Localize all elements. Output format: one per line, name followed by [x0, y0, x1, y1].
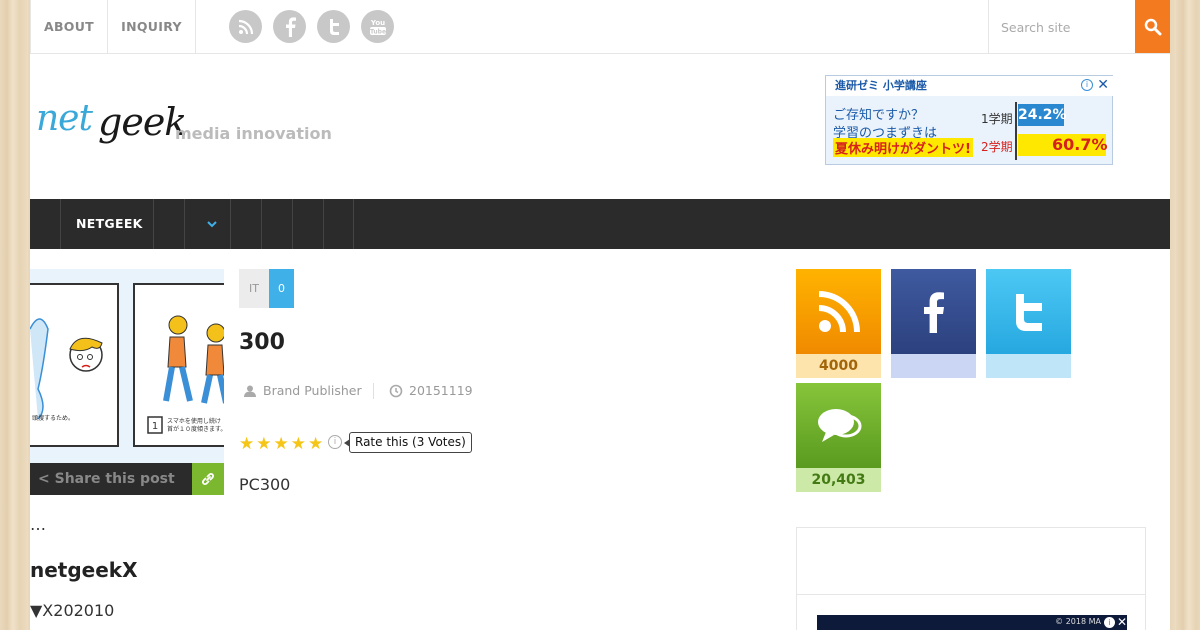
star-icon[interactable]: ★ — [291, 434, 306, 454]
twitter-counter[interactable] — [986, 269, 1071, 378]
nav-item[interactable] — [153, 199, 184, 249]
rss-icon — [818, 290, 860, 332]
rss-icon[interactable] — [229, 10, 262, 43]
comment-count-badge[interactable]: 0 — [269, 269, 294, 308]
ad-copyright: © 2018 MA — [1055, 617, 1101, 626]
comments-counter[interactable]: 20,403 — [796, 383, 881, 492]
youtube-icon[interactable]: You Tube — [361, 10, 394, 43]
top-bar: ABOUT INQUIRY You Tube — [30, 0, 1170, 54]
star-icon[interactable]: ★ — [239, 434, 254, 454]
main-nav: NETGEEK — [30, 199, 1170, 249]
sidebar-ad[interactable]: © 2018 MA i ✕ — [817, 615, 1127, 630]
facebook-icon — [923, 291, 944, 333]
category-tag[interactable]: IT — [239, 269, 269, 308]
widget-divider — [797, 594, 1145, 595]
facebook-count — [891, 354, 976, 378]
illustration-step-number: 1 — [152, 421, 158, 432]
twitter-icon[interactable] — [317, 10, 350, 43]
ad-line: 夏休み明けがダントツ! — [833, 138, 973, 157]
post-author[interactable]: Brand Publisher — [243, 383, 362, 398]
post-date: 20151119 — [389, 383, 473, 398]
logo-geek-text: geek — [98, 100, 187, 144]
ad-title: 進研ゼミ 小学講座 — [826, 76, 1114, 96]
inquiry-link[interactable]: INQUIRY — [108, 0, 196, 54]
nav-item[interactable] — [292, 199, 323, 249]
svg-text:You: You — [369, 19, 384, 27]
post-excerpt: PC300 — [239, 475, 291, 494]
ad-term: 1学期 — [981, 112, 1013, 126]
ad-close-icon[interactable]: ✕ — [1117, 615, 1127, 629]
search-input[interactable] — [989, 0, 1129, 54]
rss-counter[interactable]: 4000 — [796, 269, 881, 378]
ad-term: 2学期 — [981, 140, 1013, 154]
permalink-button[interactable] — [192, 463, 224, 495]
star-rating[interactable]: ★ ★ ★ ★ ★ — [239, 434, 323, 454]
twitter-count — [986, 354, 1071, 378]
share-label: Share this post — [54, 471, 175, 487]
ad-line: ご存知ですか？ — [833, 108, 925, 123]
meta-divider — [373, 383, 374, 399]
nav-label-netgeek[interactable]: NETGEEK — [76, 199, 143, 249]
post-thumbnail[interactable]: 頭捜するため。 1 スマホを使用し続け 首が１０度傾きます。 — [30, 269, 224, 463]
illustration-image: 頭捜するため。 1 スマホを使用し続け 首が１０度傾きます。 — [30, 283, 224, 447]
about-link[interactable]: ABOUT — [30, 0, 108, 54]
ad-value: 60.7% — [1018, 134, 1108, 156]
rating-info-icon[interactable]: i — [328, 435, 342, 449]
twitter-icon — [1015, 293, 1042, 331]
section-heading: netgeekX — [30, 558, 138, 582]
nav-item[interactable] — [261, 199, 292, 249]
page: ABOUT INQUIRY YouTube net geek media inn… — [30, 0, 1170, 630]
search-icon — [1144, 18, 1161, 35]
facebook-counter[interactable] — [891, 269, 976, 378]
comments-count: 20,403 — [796, 468, 881, 492]
star-icon[interactable]: ★ — [274, 434, 289, 454]
date-text: 20151119 — [409, 383, 473, 398]
ad-value: 24.2% — [1018, 104, 1067, 126]
logo-net-text: net — [36, 98, 93, 139]
post-title[interactable]: 300 — [239, 330, 285, 355]
illustration-caption: スマホを使用し続け — [167, 417, 221, 425]
more-ellipsis: … — [30, 515, 46, 534]
ad-info-icon[interactable]: i — [1081, 79, 1093, 91]
share-bar[interactable]: < Share this post — [30, 463, 192, 495]
rss-count: 4000 — [796, 354, 881, 378]
share-icon: < — [38, 471, 50, 487]
user-icon — [244, 385, 256, 397]
star-icon[interactable]: ★ — [308, 434, 323, 454]
nav-item[interactable] — [323, 199, 354, 249]
facebook-icon[interactable] — [273, 10, 306, 43]
ad-divider — [1015, 102, 1017, 160]
clock-icon — [389, 384, 403, 397]
author-name: Brand Publisher — [263, 383, 362, 398]
sidebar-widget: © 2018 MA i ✕ — [796, 527, 1146, 630]
search-box — [988, 0, 1135, 54]
site-tagline: media innovation — [175, 124, 332, 143]
top-banner-ad[interactable]: 進研ゼミ 小学講座 i ✕ ご存知ですか？ 学習のつまずきは 夏休み明けがダント… — [825, 75, 1114, 165]
ad-info-icon[interactable]: i — [1104, 617, 1115, 628]
rating-tooltip: Rate this (3 Votes) — [344, 432, 472, 453]
star-icon[interactable]: ★ — [256, 434, 271, 454]
illustration-caption: 首が１０度傾きます。 — [167, 425, 224, 433]
search-button[interactable] — [1135, 0, 1170, 53]
link-icon — [202, 473, 214, 485]
section-subheading: ▼X202010 — [30, 601, 115, 620]
chevron-down-icon[interactable] — [205, 217, 219, 231]
nav-item[interactable] — [230, 199, 261, 249]
svg-text:Tube: Tube — [369, 28, 385, 35]
comments-icon — [817, 408, 861, 442]
ad-close-icon[interactable]: ✕ — [1097, 77, 1109, 93]
illustration-caption: 頭捜するため。 — [32, 414, 74, 422]
